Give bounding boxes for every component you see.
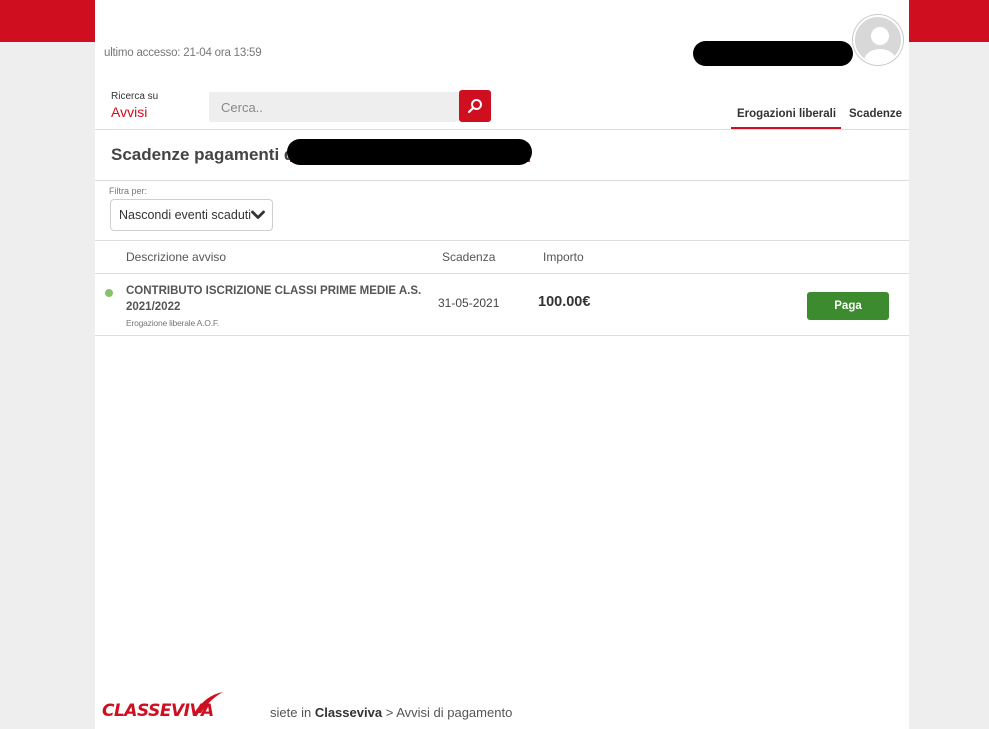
footer-brand-text: CLASSEVIVA	[102, 701, 214, 721]
column-header-due-date: Scadenza	[442, 250, 496, 264]
divider	[95, 180, 909, 181]
breadcrumb-current: Avvisi di pagamento	[396, 705, 513, 720]
divider	[95, 273, 909, 274]
search-input[interactable]	[209, 92, 459, 122]
main-panel: PagOnLine Avvisi di pagamento Esci ultim…	[95, 0, 909, 729]
search-scope-value[interactable]: Avvisi	[111, 104, 147, 120]
breadcrumb-prefix: siete in	[270, 705, 312, 720]
status-dot	[105, 289, 113, 297]
row-due-date: 31-05-2021	[438, 296, 500, 310]
column-header-description: Descrizione avviso	[126, 250, 227, 264]
search-button[interactable]	[459, 90, 491, 122]
filter-label: Filtra per:	[109, 186, 148, 196]
row-type: Erogazione liberale A.O.F.	[126, 318, 220, 328]
redacted-student-name	[287, 139, 532, 165]
filter-dropdown[interactable]: Nascondi eventi scaduti	[110, 199, 273, 231]
row-amount: 100.00€	[538, 294, 591, 310]
tab-erogazioni-liberali[interactable]: Erogazioni liberali	[737, 108, 836, 120]
column-header-amount: Importo	[543, 250, 584, 264]
search-icon	[467, 99, 482, 114]
divider	[95, 335, 909, 336]
logout-link[interactable]: Esci	[819, 14, 844, 29]
breadcrumb: siete in Classeviva > Avvisi di pagament…	[270, 705, 512, 720]
classeviva-logo[interactable]: CLASSEVIVA	[102, 691, 237, 723]
page-title: Avvisi di pagamento	[421, 11, 583, 30]
user-silhouette-icon	[864, 27, 896, 63]
redacted-username	[693, 41, 853, 66]
filter-selected-value: Nascondi eventi scaduti	[119, 208, 252, 222]
last-access-text: ultimo accesso: 21-04 ora 13:59	[104, 47, 262, 59]
divider	[95, 240, 909, 241]
breadcrumb-separator: >	[385, 705, 394, 720]
section-title: Scadenze pagamenti di	[111, 145, 299, 164]
breadcrumb-home-link[interactable]: Classeviva	[315, 705, 382, 720]
pay-button[interactable]: Paga	[807, 292, 889, 320]
divider	[95, 129, 909, 130]
search-scope-label: Ricerca su	[111, 91, 159, 102]
user-avatar[interactable]	[853, 15, 903, 65]
chevron-down-icon	[251, 210, 265, 219]
tab-scadenze[interactable]: Scadenze	[849, 108, 902, 120]
row-description: CONTRIBUTO ISCRIZIONE CLASSI PRIME MEDIE…	[126, 285, 422, 313]
